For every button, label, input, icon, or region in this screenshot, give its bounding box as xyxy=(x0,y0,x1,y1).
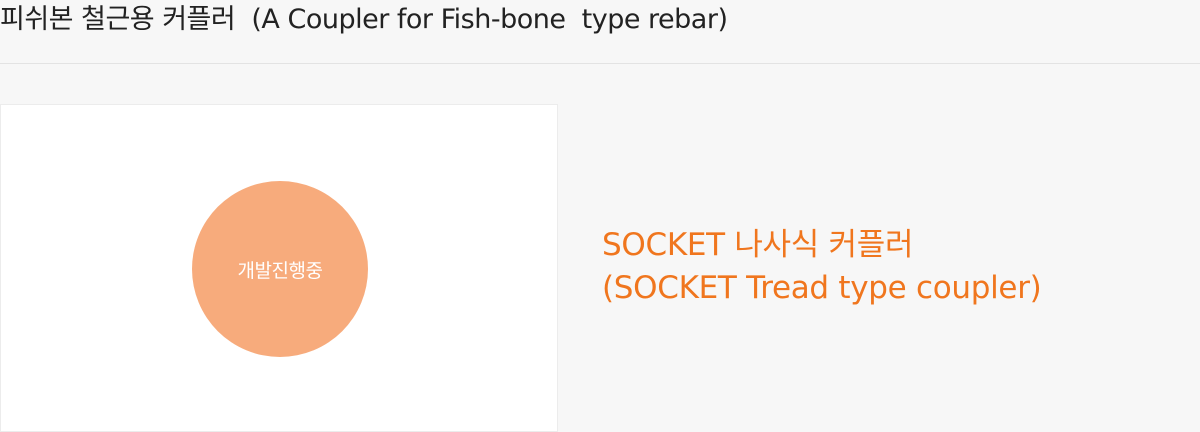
product-name: SOCKET 나사식 커플러 (SOCKET Tread type couple… xyxy=(602,224,1042,310)
product-image-panel: 개발진행중 xyxy=(0,104,558,432)
page-title: 피쉬본 철근용 커플러 (A Coupler for Fish-bone typ… xyxy=(0,4,728,35)
status-label: 개발진행중 xyxy=(237,259,323,282)
product-name-korean: SOCKET 나사식 커플러 xyxy=(602,227,914,263)
development-status-badge: 개발진행중 xyxy=(192,181,368,357)
product-name-english: (SOCKET Tread type coupler) xyxy=(602,270,1042,306)
title-divider xyxy=(0,63,1200,64)
